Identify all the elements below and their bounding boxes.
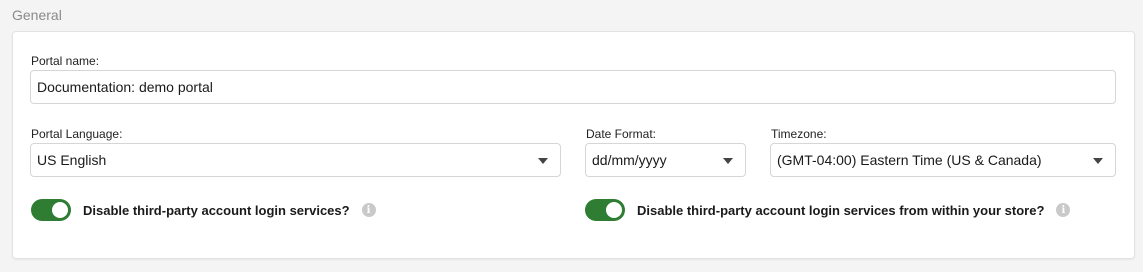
portal-name-value: Documentation: demo portal: [37, 79, 213, 95]
date-format-value: dd/mm/yyyy: [592, 152, 667, 168]
toggle-row-store-login-services: Disable third-party account login servic…: [585, 199, 1071, 221]
portal-name-label: Portal name:: [31, 54, 100, 68]
general-settings-card: Portal name: Documentation: demo portal …: [12, 31, 1135, 259]
login-services-toggle-label: Disable third-party account login servic…: [83, 202, 350, 218]
portal-language-value: US English: [37, 152, 107, 168]
store-login-services-toggle-label: Disable third-party account login servic…: [637, 202, 1045, 218]
portal-name-input[interactable]: Documentation: demo portal: [30, 70, 1116, 104]
portal-language-label: Portal Language:: [31, 127, 123, 141]
section-title: General: [12, 7, 62, 23]
date-format-select[interactable]: dd/mm/yyyy: [585, 143, 746, 177]
toggle-knob: [606, 202, 622, 218]
timezone-select[interactable]: (GMT-04:00) Eastern Time (US & Canada): [770, 143, 1116, 177]
info-icon[interactable]: i: [361, 203, 376, 217]
timezone-label: Timezone:: [771, 127, 827, 141]
timezone-value: (GMT-04:00) Eastern Time (US & Canada): [777, 152, 1042, 168]
login-services-toggle[interactable]: [31, 199, 71, 221]
chevron-down-icon: [723, 158, 733, 164]
portal-language-select[interactable]: US English: [30, 143, 561, 177]
chevron-down-icon: [1093, 158, 1103, 164]
date-format-label: Date Format:: [586, 127, 657, 141]
toggle-knob: [52, 202, 68, 218]
chevron-down-icon: [538, 158, 548, 164]
toggle-row-login-services: Disable third-party account login servic…: [31, 199, 376, 221]
store-login-services-toggle[interactable]: [585, 199, 625, 221]
info-icon[interactable]: i: [1056, 203, 1071, 217]
